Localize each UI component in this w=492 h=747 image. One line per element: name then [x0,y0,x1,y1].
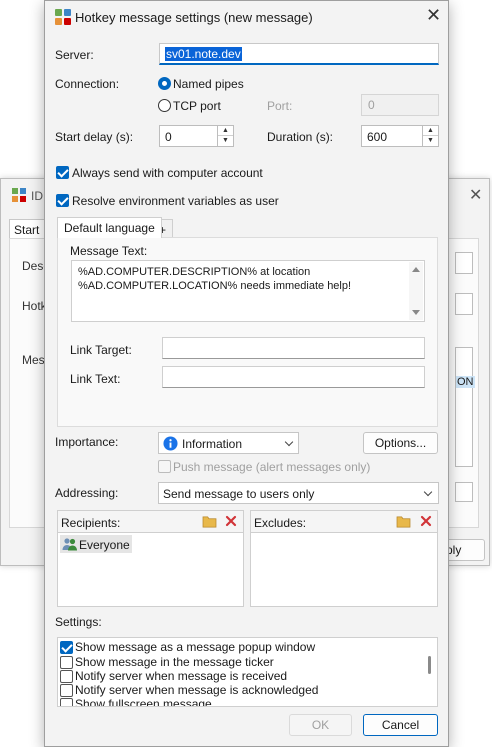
server-value: sv01.note.dev [165,47,242,61]
recipients-label: Recipients: [61,516,121,530]
message-scrollbar[interactable] [409,262,423,320]
recipient-everyone: Everyone [79,538,130,552]
info-icon [163,436,178,451]
folder-icon[interactable] [202,515,217,528]
excludes-list[interactable] [251,532,437,606]
message-line-1: %AD.COMPUTER.DESCRIPTION% at location [78,266,311,278]
settings-list[interactable]: Show message as a message popup window S… [57,637,438,707]
named-pipes-label: Named pipes [173,77,244,91]
close-icon[interactable]: ✕ [426,5,441,26]
settings-checkbox[interactable] [60,656,73,669]
addressing-value: Send message to users only [163,487,315,501]
importance-value: Information [182,437,243,451]
addressing-label: Addressing: [55,486,119,500]
named-pipes-radio[interactable] [158,77,171,90]
importance-dropdown[interactable]: Information [158,432,299,454]
options-button[interactable]: Options... [363,432,438,454]
ok-button[interactable]: OK [289,714,352,736]
background-close-icon[interactable]: ✕ [469,185,482,205]
settings-item[interactable]: Show fullscreen message [60,697,420,707]
excludes-panel: Excludes: [250,510,438,607]
always-send-label: Always send with computer account [72,166,263,180]
spin-down-icon[interactable]: ▼ [423,136,438,146]
app-icon [55,9,71,25]
background-list[interactable]: ON [455,347,475,467]
cancel-button[interactable]: Cancel [363,714,438,736]
spin-up-icon[interactable]: ▲ [423,126,438,136]
excludes-label: Excludes: [254,516,307,530]
addressing-dropdown[interactable]: Send message to users only [158,482,439,504]
users-icon [62,538,77,551]
folder-icon[interactable] [396,515,411,528]
start-delay-spinner[interactable]: 0 ▲ ▼ [159,125,234,147]
dialog-title: Hotkey message settings (new message) [75,10,313,25]
link-text-input[interactable] [162,366,425,388]
settings-item[interactable]: Notify server when message is received [60,669,420,683]
always-send-checkbox[interactable] [56,166,69,179]
chevron-down-icon [423,487,433,497]
background-hotkey-input[interactable] [455,293,473,315]
scroll-up-icon[interactable] [412,267,420,272]
background-desc-input[interactable] [455,252,473,274]
settings-checkbox[interactable] [60,670,73,683]
link-target-label: Link Target: [70,343,132,357]
message-line-2: %AD.COMPUTER.LOCATION% needs immediate h… [78,280,352,292]
background-list-fragment: ON [456,376,475,388]
delete-icon[interactable] [420,515,432,527]
push-message-checkbox[interactable] [158,460,171,473]
duration-label: Duration (s): [267,130,334,144]
settings-item-label: Notify server when message is received [75,669,288,683]
spin-down-icon[interactable]: ▼ [218,136,233,146]
server-label: Server: [55,48,94,62]
settings-item[interactable]: Notify server when message is acknowledg… [60,683,420,697]
background-apply-button[interactable]: ply [445,539,485,561]
duration-value: 600 [367,130,388,144]
start-delay-label: Start delay (s): [55,130,134,144]
message-text-area[interactable]: %AD.COMPUTER.DESCRIPTION% at location %A… [71,260,425,322]
server-input[interactable]: sv01.note.dev [159,43,439,65]
scroll-down-icon[interactable] [412,310,420,315]
settings-item-label: Show message as a message popup window [75,640,316,654]
port-input[interactable]: 0 [361,94,439,116]
importance-label: Importance: [55,435,119,449]
background-tab-start[interactable]: Start [9,219,49,239]
settings-checkbox[interactable] [60,698,73,706]
link-target-input[interactable] [162,337,425,359]
list-item[interactable]: Everyone [60,535,132,553]
background-small-input[interactable] [455,482,473,502]
language-tab-panel: Message Text: %AD.COMPUTER.DESCRIPTION% … [57,237,438,427]
settings-scrollbar-thumb[interactable] [428,656,431,674]
push-message-label: Push message (alert messages only) [173,460,371,474]
settings-item-label: Show message in the message ticker [75,655,274,669]
settings-item-label: Notify server when message is acknowledg… [75,683,319,697]
settings-item[interactable]: Show message as a message popup window [60,640,420,654]
hotkey-message-dialog: Hotkey message settings (new message) ✕ … [44,0,449,747]
recipients-list[interactable]: Everyone [58,532,243,606]
message-text-label: Message Text: [70,244,148,258]
resolve-env-label: Resolve environment variables as user [72,194,279,208]
start-delay-spin-buttons[interactable]: ▲ ▼ [217,126,233,146]
start-delay-value: 0 [165,130,172,144]
duration-spinner[interactable]: 600 ▲ ▼ [361,125,439,147]
app-icon [12,188,26,202]
recipients-panel: Recipients: Everyone [57,510,244,607]
settings-item[interactable]: Show message in the message ticker [60,655,420,669]
port-label: Port: [267,99,293,113]
background-hotkey-label: Hotk [22,299,47,313]
chevron-down-icon [284,437,294,447]
duration-spin-buttons[interactable]: ▲ ▼ [422,126,438,146]
settings-item-label: Show fullscreen message [75,697,212,707]
tcp-port-label: TCP port [173,99,221,113]
port-value: 0 [368,98,375,112]
tab-default-language[interactable]: Default language [57,217,162,238]
link-text-label: Link Text: [70,372,121,386]
delete-icon[interactable] [225,515,237,527]
settings-checkbox[interactable] [60,641,73,654]
settings-label: Settings: [55,615,102,629]
settings-checkbox[interactable] [60,684,73,697]
resolve-env-checkbox[interactable] [56,194,69,207]
connection-label: Connection: [55,77,120,91]
spin-up-icon[interactable]: ▲ [218,126,233,136]
tcp-port-radio[interactable] [158,99,171,112]
